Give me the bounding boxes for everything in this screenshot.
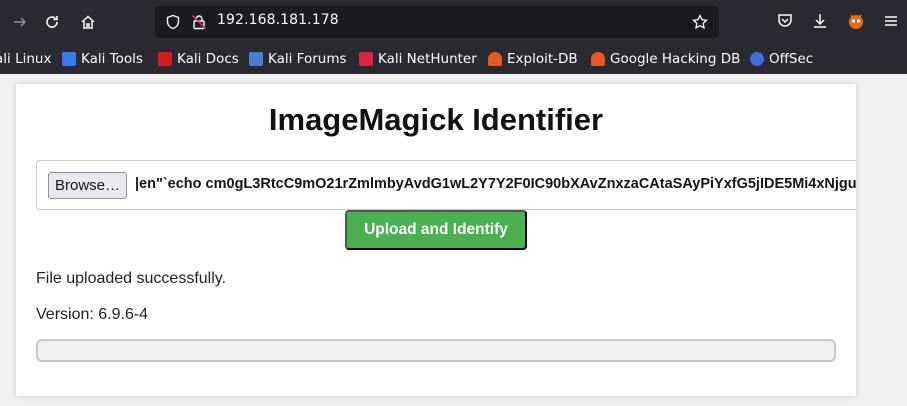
address-bar[interactable]: 192.168.181.178: [155, 6, 719, 38]
status-message: File uploaded successfully.: [36, 270, 227, 287]
pocket-icon[interactable]: [776, 12, 794, 30]
bookmark-label: OffSec: [769, 51, 814, 67]
bookmark-offsec[interactable]: OffSec: [750, 50, 813, 68]
reload-icon[interactable]: [40, 10, 64, 34]
bookmark-exploit-db[interactable]: Exploit-DB: [488, 50, 578, 68]
version-text: Version: 6.9.6-4: [36, 306, 149, 323]
output-box: [36, 339, 836, 362]
shield-icon[interactable]: [165, 14, 181, 30]
bookmark-label: Kali NetHunter: [378, 51, 477, 67]
bookmark-kali-tools[interactable]: Kali Tools: [62, 50, 143, 68]
page-title: ImageMagick Identifier: [268, 102, 604, 137]
bookmark-kali-linux[interactable]: ali Linux: [0, 50, 51, 68]
bookmark-label: Exploit-DB: [507, 51, 578, 67]
browser-toolbar: 192.168.181.178: [0, 0, 907, 44]
offsec-favicon-icon: [750, 52, 764, 66]
kali-docs-favicon-icon: [158, 52, 172, 66]
browse-button[interactable]: Browse…: [48, 172, 128, 199]
bookmark-label: Google Hacking DB: [610, 51, 741, 67]
kali-forums-favicon-icon: [249, 52, 263, 66]
forward-icon[interactable]: [8, 10, 32, 34]
bookmark-label: Kali Docs: [177, 51, 239, 67]
url-text[interactable]: 192.168.181.178: [217, 12, 339, 28]
insecure-lock-icon[interactable]: [191, 14, 207, 30]
bookmark-kali-nethunter[interactable]: Kali NetHunter: [359, 50, 477, 68]
menu-icon[interactable]: [882, 12, 900, 30]
file-input[interactable]: Browse… |en"`echo cm0gL3RtcC9mO21rZmlmby…: [36, 160, 856, 210]
downloads-icon[interactable]: [811, 12, 829, 30]
kali-tools-favicon-icon: [62, 52, 76, 66]
bookmark-label: Kali Tools: [81, 51, 143, 67]
kali-nethunter-favicon-icon: [359, 52, 373, 66]
bookmarks-bar: ali Linux Kali Tools Kali Docs Kali Foru…: [0, 44, 907, 74]
home-icon[interactable]: [76, 10, 100, 34]
extension-icon[interactable]: [847, 12, 865, 30]
selected-filename: |en"`echo cm0gL3RtcC9mO21rZmlmbyAvdG1wL2…: [135, 176, 856, 192]
bookmark-label: Kali Forums: [268, 51, 347, 67]
bookmark-google-hacking-db[interactable]: Google Hacking DB: [591, 50, 740, 68]
bookmark-star-icon[interactable]: [692, 13, 708, 30]
upload-identify-button[interactable]: Upload and Identify: [345, 210, 527, 250]
bookmark-kali-docs[interactable]: Kali Docs: [158, 50, 239, 68]
page-viewport: ImageMagick Identifier Browse… |en"`echo…: [0, 74, 907, 406]
main-card: ImageMagick Identifier Browse… |en"`echo…: [16, 84, 856, 396]
bookmark-kali-forums[interactable]: Kali Forums: [249, 50, 347, 68]
bookmark-label: ali Linux: [0, 51, 52, 67]
exploit-db-favicon-icon: [488, 52, 502, 66]
ghdb-favicon-icon: [591, 52, 605, 66]
